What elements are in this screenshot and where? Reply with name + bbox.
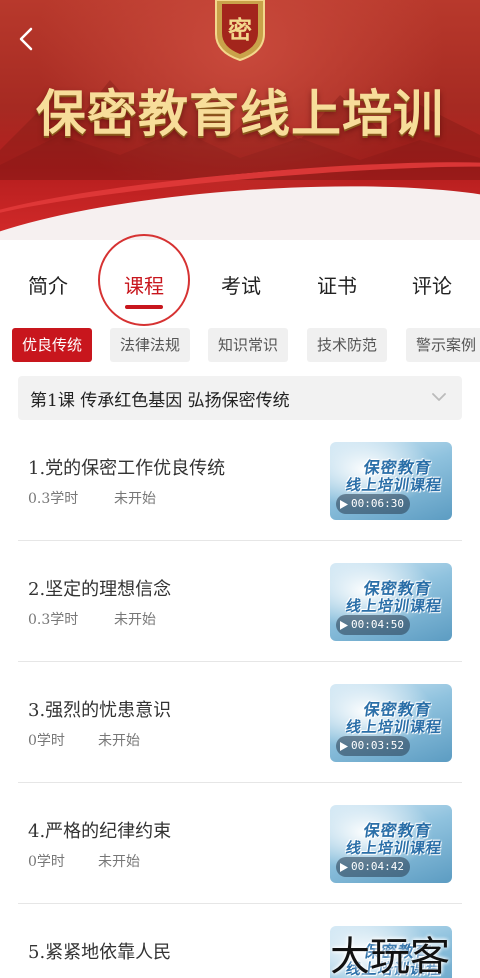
lesson-header[interactable]: 第1课 传承红色基因 弘扬保密传统	[18, 376, 462, 420]
chip-warning-cases[interactable]: 警示案例	[406, 328, 480, 362]
emblem-glyph: 密	[228, 16, 252, 44]
play-icon	[340, 862, 348, 872]
video-thumbnail[interactable]: 保密教育 线上培训课程 00:03:52	[330, 684, 452, 762]
play-icon	[340, 741, 348, 751]
site-watermark: 大玩客	[330, 934, 450, 978]
category-chips: 优良传统 法律法规 知识常识 技术防范 警示案例	[0, 328, 480, 364]
course-title: 1.党的保密工作优良传统	[28, 458, 226, 479]
course-status: 未开始	[98, 854, 140, 870]
course-hours: 0学时	[28, 733, 65, 749]
course-hours: 0.3学时	[28, 612, 79, 628]
thumb-title-line2: 线上培训课程	[344, 718, 444, 736]
video-thumbnail[interactable]: 保密教育 线上培训课程 00:04:42	[330, 805, 452, 883]
tab-intro[interactable]: 简介	[28, 270, 68, 299]
duration-text: 00:04:50	[351, 618, 404, 631]
course-hours: 0学时	[28, 854, 65, 870]
video-thumbnail[interactable]: 保密教育 线上培训课程 00:06:30	[330, 442, 452, 520]
chip-tech-defense[interactable]: 技术防范	[307, 328, 388, 362]
play-icon	[340, 620, 348, 630]
thumb-title-line2: 线上培训课程	[344, 839, 444, 857]
duration-badge: 00:04:50	[336, 615, 410, 635]
tab-certificate[interactable]: 证书	[317, 270, 357, 299]
section-tabs: 简介 课程 考试 证书 评论	[0, 256, 480, 316]
course-title: 4.严格的纪律约束	[28, 821, 172, 842]
course-hours: 0.3学时	[28, 491, 79, 507]
course-item[interactable]: 3.强烈的忧患意识 0学时 未开始 保密教育 线上培训课程 00:03:52	[0, 662, 480, 783]
chip-laws[interactable]: 法律法规	[110, 328, 191, 362]
course-status: 未开始	[114, 612, 156, 628]
back-button[interactable]	[14, 24, 38, 54]
course-status: 未开始	[98, 733, 140, 749]
tab-exam[interactable]: 考试	[221, 270, 261, 299]
course-title: 3.强烈的忧患意识	[28, 700, 172, 721]
secrecy-emblem: 密	[212, 0, 268, 62]
tab-comments[interactable]: 评论	[412, 270, 452, 299]
highlight-circle	[98, 234, 190, 326]
chip-fine-tradition[interactable]: 优良传统	[12, 328, 93, 362]
course-title: 2.坚定的理想信念	[28, 579, 172, 600]
course-item[interactable]: 1.党的保密工作优良传统 0.3学时 未开始 保密教育 线上培训课程 00:06…	[0, 420, 480, 541]
duration-badge: 00:03:52	[336, 736, 410, 756]
play-icon	[340, 499, 348, 509]
video-thumbnail[interactable]: 保密教育 线上培训课程 00:04:50	[330, 563, 452, 641]
course-item[interactable]: 4.严格的纪律约束 0学时 未开始 保密教育 线上培训课程 00:04:42	[0, 783, 480, 904]
course-banner: 密 保密教育线上培训	[0, 0, 480, 240]
duration-text: 00:03:52	[351, 739, 404, 752]
chevron-down-icon	[432, 393, 446, 401]
course-status: 未开始	[114, 491, 156, 507]
thumb-title-line2: 线上培训课程	[344, 597, 444, 615]
banner-title: 保密教育线上培训	[36, 85, 444, 143]
lesson-title: 第1课 传承红色基因 弘扬保密传统	[30, 391, 290, 411]
chevron-left-icon	[19, 27, 33, 51]
thumb-title-line2: 线上培训课程	[344, 476, 444, 494]
course-item[interactable]: 2.坚定的理想信念 0.3学时 未开始 保密教育 线上培训课程 00:04:50	[0, 541, 480, 662]
duration-badge: 00:06:30	[336, 494, 410, 514]
course-title: 5.紧紧地依靠人民	[28, 942, 172, 963]
chip-knowledge[interactable]: 知识常识	[208, 328, 289, 362]
duration-text: 00:06:30	[351, 497, 404, 510]
duration-text: 00:04:42	[351, 860, 404, 873]
duration-badge: 00:04:42	[336, 857, 410, 877]
